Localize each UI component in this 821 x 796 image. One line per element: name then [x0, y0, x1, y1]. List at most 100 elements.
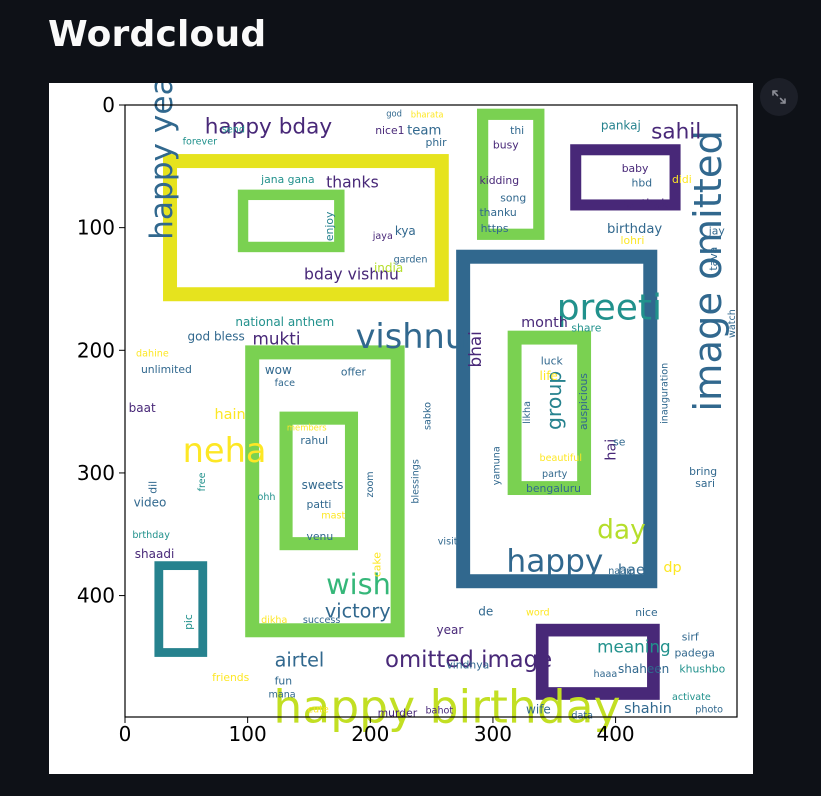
- wordcloud-word: jay: [708, 224, 726, 237]
- wordcloud-word: happy: [506, 543, 603, 579]
- wordcloud-word: meaning: [597, 637, 671, 657]
- wordcloud-word: national anthem: [235, 315, 334, 329]
- wordcloud-word: nice1: [375, 124, 404, 137]
- wordcloud-word: unlimited: [141, 363, 192, 376]
- wordcloud-word: hbd: [632, 177, 653, 190]
- wordcloud-chart: happy birthdayimage omittedpreetivishnuh…: [77, 63, 738, 746]
- wordcloud-word: wow: [265, 363, 292, 377]
- wordcloud-word: zoom: [365, 471, 376, 497]
- wordcloud-word: hain: [215, 407, 246, 423]
- wordcloud-word: didi: [672, 173, 692, 186]
- wordcloud-word: mana: [268, 690, 295, 701]
- wordcloud-word: kya: [395, 224, 416, 238]
- wordcloud-word: brthday: [132, 530, 170, 541]
- wordcloud-word: airtel: [275, 648, 325, 671]
- wordcloud-word: vishnu: [356, 317, 467, 356]
- wordcloud-word: forever: [183, 137, 217, 148]
- wordcloud-word: fun: [275, 675, 293, 688]
- wordcloud-word: phir: [425, 136, 447, 149]
- wordcloud-word: jana gana: [260, 173, 314, 186]
- wordcloud-word: se: [613, 435, 626, 448]
- wordcloud-word: friends: [212, 671, 250, 684]
- wordcloud-word: god bless: [188, 330, 245, 344]
- wordcloud-word: enjoy: [323, 211, 336, 241]
- wordcloud-word: tava: [707, 247, 720, 271]
- y-tick-label: 100: [77, 216, 115, 240]
- wordcloud-word: sarthak: [623, 197, 668, 211]
- frame-glyph: [154, 561, 208, 657]
- wordcloud-word: bengaluru: [526, 482, 581, 495]
- wordcloud-word: blessings: [410, 459, 421, 504]
- wordcloud-word: cake: [371, 552, 384, 577]
- wordcloud-word: likha: [522, 401, 533, 424]
- wordcloud-word: bring: [689, 465, 717, 478]
- wordcloud-word: bhai: [465, 331, 485, 367]
- wordcloud-word: vindhya: [446, 659, 489, 672]
- y-tick-label: 200: [77, 338, 115, 362]
- wordcloud-figure: happy birthday image omitted preeti vishnu h…: [49, 63, 753, 774]
- fullscreen-expand-icon: [772, 90, 786, 104]
- wordcloud-word: https: [481, 222, 509, 235]
- wordcloud-word: beautiful: [540, 453, 583, 464]
- wordcloud-word: share: [571, 321, 601, 334]
- wordcloud-word: day: [597, 515, 646, 546]
- wordcloud-word: activate: [672, 692, 711, 703]
- wordcloud-word: sari: [695, 477, 715, 490]
- y-tick-label: 400: [77, 584, 115, 608]
- wordcloud-word: visit: [438, 536, 458, 547]
- wordcloud-word: auspicious: [577, 373, 590, 430]
- wordcloud-word: patti: [307, 498, 332, 511]
- wordcloud-word: khushbo: [679, 662, 725, 675]
- x-tick-label: 400: [596, 722, 634, 746]
- x-tick-label: 300: [474, 722, 512, 746]
- wordcloud-word: success: [303, 615, 341, 626]
- wordcloud-word: members: [287, 422, 327, 432]
- wordcloud-word: bharata: [411, 110, 444, 120]
- wordcloud-word: mast: [321, 511, 345, 522]
- wordcloud-word: busy: [493, 139, 519, 152]
- x-tick-label: 100: [229, 722, 267, 746]
- wordcloud-word: shaheen: [618, 662, 669, 676]
- wordcloud-word: shaadi: [135, 547, 175, 561]
- wordcloud-word: lohri: [620, 234, 644, 247]
- wordcloud-word: party: [542, 469, 568, 480]
- page-title: Wordcloud: [48, 14, 267, 55]
- wordcloud-word: dp: [663, 560, 681, 576]
- wordcloud-word: data: [571, 711, 593, 722]
- wordcloud-word: haaa: [594, 669, 618, 680]
- wordcloud-word: life: [540, 369, 558, 383]
- wordcloud-word: sirf: [682, 630, 699, 643]
- wordcloud-word: naam: [608, 566, 635, 577]
- wordcloud-word: god: [386, 108, 402, 118]
- wordcloud-word: video: [134, 495, 167, 509]
- wordcloud-word: ohh: [257, 492, 275, 503]
- wordcloud-word: yamuna: [491, 446, 502, 485]
- wordcloud-word: word: [526, 607, 550, 618]
- wordcloud-word: mukti: [253, 329, 301, 349]
- wordcloud-word: rahul: [300, 434, 328, 447]
- wordcloud-word: send: [222, 124, 245, 135]
- wordcloud-word: baby: [622, 162, 649, 175]
- wordcloud-word: watch: [727, 309, 738, 338]
- wordcloud-word: shahin: [624, 701, 672, 717]
- wordcloud-word: thanks: [326, 173, 379, 191]
- wordcloud-word: padega: [674, 646, 714, 659]
- wordcloud-word: dikha: [261, 615, 287, 626]
- wordcloud-word: face: [275, 378, 296, 389]
- wordcloud-word: year: [437, 623, 464, 637]
- y-tick-label: 0: [102, 93, 115, 117]
- wordcloud-word: inauguration: [659, 363, 670, 424]
- wordcloud-word: song: [500, 191, 526, 204]
- fullscreen-button[interactable]: [760, 78, 798, 116]
- wordcloud-word: luck: [541, 354, 564, 367]
- wordcloud-word: thanku: [479, 206, 516, 219]
- wordcloud-word: cute: [308, 704, 329, 715]
- wordcloud-word: free: [197, 472, 208, 491]
- wordcloud-word: de: [478, 604, 493, 618]
- wordcloud-word: wife: [526, 703, 551, 717]
- wordcloud-word: photo: [695, 704, 723, 715]
- x-tick-label: 0: [119, 722, 132, 746]
- wordcloud-word: pankaj: [601, 119, 641, 133]
- wordcloud-word: neha: [183, 431, 267, 470]
- wordcloud-word: thi: [510, 124, 524, 137]
